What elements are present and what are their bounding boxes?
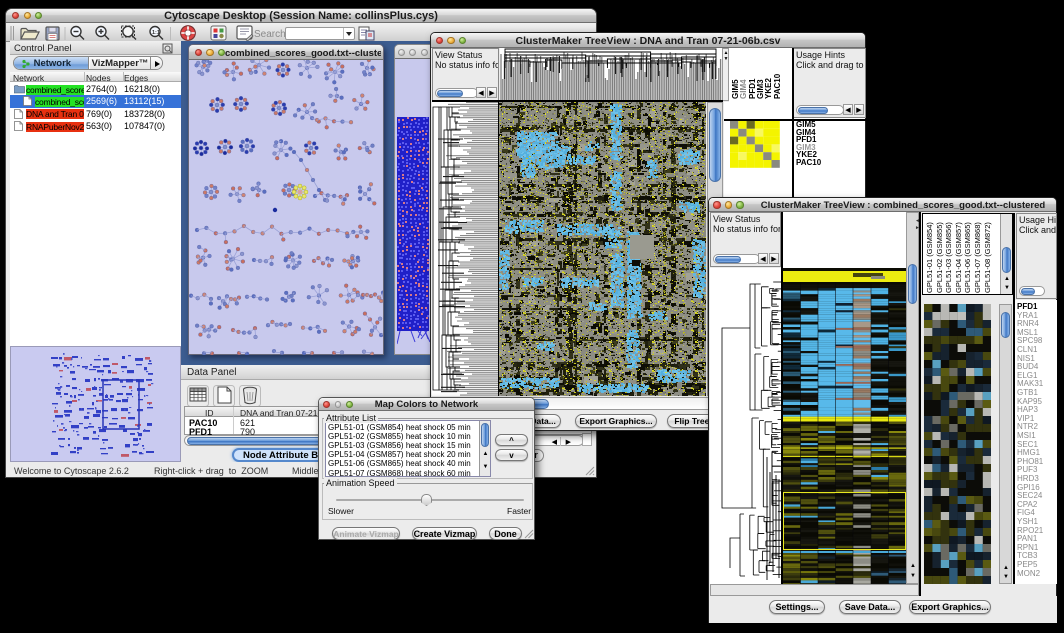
svg-text:Search:: Search: — [254, 29, 288, 40]
svg-text:1:1: 1:1 — [152, 30, 160, 36]
